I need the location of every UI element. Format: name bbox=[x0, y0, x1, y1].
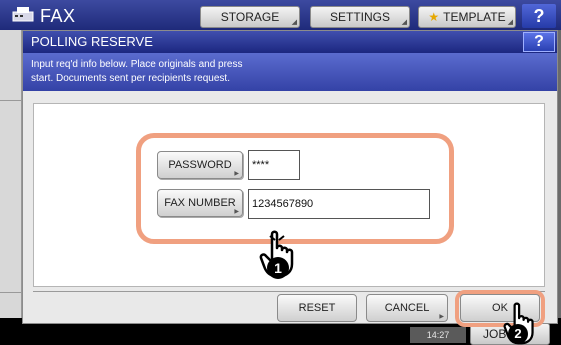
tab-template-label: TEMPLATE bbox=[443, 10, 506, 24]
tab-settings-label: SETTINGS bbox=[329, 10, 390, 24]
fax-number-field[interactable]: 1234567890 bbox=[248, 189, 430, 219]
tab-storage-label: STORAGE bbox=[220, 10, 280, 24]
tab-settings[interactable]: SETTINGS ◢ bbox=[310, 6, 410, 28]
divider bbox=[0, 292, 22, 293]
fax-number-button-label: FAX NUMBER bbox=[164, 197, 236, 209]
message-line-2: start. Documents sent per recipients req… bbox=[31, 73, 230, 84]
tab-template[interactable]: ★ TEMPLATE ◢ bbox=[418, 6, 516, 28]
corner-arrow-icon: ◢ bbox=[291, 19, 297, 26]
tab-storage[interactable]: STORAGE ◢ bbox=[200, 6, 300, 28]
message-line-1: Input req'd info below. Place originals … bbox=[31, 59, 243, 70]
corner-arrow-icon: ◢ bbox=[401, 19, 407, 26]
corner-arrow-icon: ▶ bbox=[439, 314, 444, 320]
corner-arrow-icon: ▶ bbox=[234, 209, 239, 215]
cancel-button[interactable]: CANCEL ▶ bbox=[366, 294, 448, 322]
fax-icon bbox=[12, 7, 34, 22]
password-button[interactable]: PASSWORD ▶ bbox=[157, 151, 243, 179]
reset-button[interactable]: RESET bbox=[277, 294, 357, 322]
app-title: FAX bbox=[40, 6, 76, 26]
callout-number-1: 1 bbox=[267, 257, 289, 279]
cancel-button-label: CANCEL bbox=[384, 302, 430, 314]
reset-button-label: RESET bbox=[298, 302, 336, 314]
dialog-help-button[interactable]: ? bbox=[523, 32, 555, 52]
corner-arrow-icon: ▶ bbox=[234, 171, 239, 177]
star-icon: ★ bbox=[428, 10, 440, 24]
callout-number-2: 2 bbox=[508, 324, 528, 344]
left-strip bbox=[0, 30, 22, 330]
fax-number-button[interactable]: FAX NUMBER ▶ bbox=[157, 189, 243, 217]
divider bbox=[0, 100, 22, 101]
password-button-label: PASSWORD bbox=[168, 159, 232, 171]
dialog-title-bar: POLLING RESERVE ? bbox=[23, 31, 557, 53]
dialog-title: POLLING RESERVE bbox=[31, 34, 153, 49]
clock: 14:27 bbox=[410, 327, 466, 343]
corner-arrow-icon: ◢ bbox=[507, 19, 513, 26]
instruction-message: Input req'd info below. Place originals … bbox=[23, 53, 557, 91]
help-button[interactable]: ? bbox=[522, 4, 556, 28]
password-field[interactable]: **** bbox=[248, 150, 300, 180]
